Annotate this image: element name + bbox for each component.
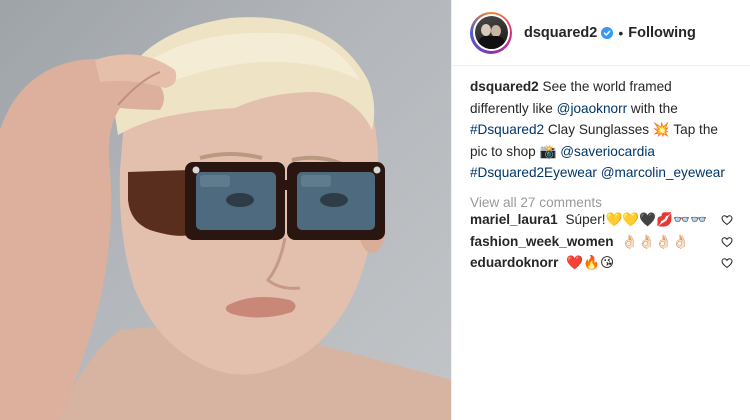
comment-row: mariel_laura1 Súper!💛💛🖤💋👓👓 xyxy=(470,210,733,232)
comment-text: 👌🏻👌🏻👌🏻👌🏻 xyxy=(621,233,690,249)
caption: dsquared2 See the world framed different… xyxy=(470,76,733,184)
comment-row: fashion_week_women 👌🏻👌🏻👌🏻👌🏻 xyxy=(470,231,733,253)
mention-joaoknorr[interactable]: @joaoknorr xyxy=(557,101,627,116)
avatar xyxy=(474,16,508,49)
mention-saveriocardia[interactable]: @saveriocardia xyxy=(560,144,655,159)
hashtag-dsquared2eyewear[interactable]: #Dsquared2Eyewear xyxy=(470,165,597,180)
post-photo[interactable] xyxy=(0,0,451,420)
camera-emoji: 📸 xyxy=(539,143,557,159)
following-button[interactable]: Following xyxy=(628,25,696,41)
comment-text: ❤️🔥😘 xyxy=(566,255,615,271)
hashtag-dsquared2[interactable]: #Dsquared2 xyxy=(470,122,544,137)
story-ring[interactable] xyxy=(470,11,512,54)
heart-outline-icon[interactable] xyxy=(721,236,733,248)
comment-username[interactable]: mariel_laura1 xyxy=(470,212,558,227)
mention-marcolin-eyewear[interactable]: @marcolin_eyewear xyxy=(601,165,725,180)
heart-outline-icon[interactable] xyxy=(721,257,733,269)
verified-badge-icon xyxy=(601,26,614,39)
caption-text-2: with the xyxy=(630,100,678,116)
collision-emoji: 💥 xyxy=(652,122,670,137)
comment-username[interactable]: eduardoknorr xyxy=(470,255,558,270)
post-body: dsquared2 See the world framed different… xyxy=(452,66,750,274)
instagram-post: dsquared2 • Following dsquared2 See the … xyxy=(0,0,750,420)
post-details-panel: dsquared2 • Following dsquared2 See the … xyxy=(451,0,750,420)
caption-text-3: Clay Sunglasses xyxy=(547,122,650,137)
heart-outline-icon[interactable] xyxy=(721,214,733,226)
view-all-comments-link[interactable]: View all 27 comments xyxy=(470,195,733,210)
caption-username[interactable]: dsquared2 xyxy=(470,79,539,94)
comment-text: Súper!💛💛🖤💋👓👓 xyxy=(565,212,708,228)
separator-dot: • xyxy=(618,24,624,41)
model-wearing-sunglasses-illustration xyxy=(0,17,451,420)
post-header: dsquared2 • Following xyxy=(452,0,750,66)
comment-row: eduardoknorr ❤️🔥😘 xyxy=(470,253,733,275)
comment-username[interactable]: fashion_week_women xyxy=(470,234,614,249)
header-username[interactable]: dsquared2 xyxy=(524,25,597,41)
